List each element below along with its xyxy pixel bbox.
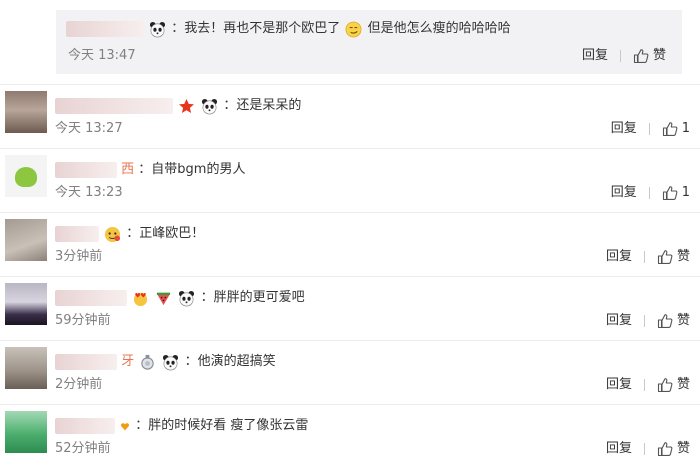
reply-button[interactable]: 回复 bbox=[611, 120, 637, 138]
divider bbox=[643, 379, 645, 391]
avatar[interactable] bbox=[5, 91, 47, 133]
comment-row: 牙 ：他演的超搞笑 2分钟前 回复 赞 bbox=[0, 340, 700, 405]
avatar[interactable] bbox=[5, 283, 47, 325]
comment-row: ：胖胖的更可爱吧 59分钟前 回复 赞 bbox=[0, 276, 700, 341]
divider bbox=[648, 123, 650, 135]
panda-emoji-icon bbox=[162, 354, 179, 371]
comment-text: ：他演的超搞笑 bbox=[184, 354, 276, 369]
face-emoji-icon bbox=[105, 226, 121, 242]
timestamp: 今天 13:23 bbox=[55, 185, 123, 200]
avatar[interactable] bbox=[5, 155, 47, 197]
reply-button[interactable]: 回复 bbox=[582, 47, 608, 65]
panda-emoji-icon bbox=[149, 21, 166, 38]
like-button[interactable]: 1 bbox=[662, 120, 690, 138]
comment-text: ：我去！再也不是那个欧巴了 bbox=[171, 21, 341, 36]
smirk-emoji-icon bbox=[346, 21, 362, 37]
comment-row: ：还是呆呆的 今天 13:27 回复 1 bbox=[0, 84, 700, 149]
avatar[interactable] bbox=[5, 347, 47, 389]
comment-row: ：胖的时候好看 瘦了像张云雷 52分钟前 回复 赞 bbox=[0, 404, 700, 469]
divider bbox=[643, 251, 645, 263]
divider bbox=[648, 187, 650, 199]
comment-text: ：自带bgm的男人 bbox=[138, 162, 246, 177]
thumbs-up-icon bbox=[657, 313, 673, 329]
user-name-tail: 西 bbox=[121, 162, 135, 177]
medal-emoji-icon bbox=[141, 354, 155, 370]
comment-text: ：还是呆呆的 bbox=[223, 98, 302, 113]
star-emoji-icon bbox=[179, 98, 195, 113]
comment-row: 西 ：自带bgm的男人 今天 13:23 回复 1 bbox=[0, 148, 700, 213]
reply-button[interactable]: 回复 bbox=[611, 184, 637, 202]
divider bbox=[643, 315, 645, 327]
avatar[interactable] bbox=[5, 411, 47, 453]
reply-button[interactable]: 回复 bbox=[606, 376, 632, 394]
like-button[interactable]: 赞 bbox=[657, 376, 690, 394]
like-button[interactable]: 赞 bbox=[633, 47, 666, 65]
timestamp: 今天 13:47 bbox=[68, 48, 136, 63]
nested-reply: ：我去！再也不是那个欧巴了 但是他怎么瘦的哈哈哈哈 今天 13:47 回复 赞 bbox=[56, 10, 682, 74]
comment-text-continued: 但是他怎么瘦的哈哈哈哈 bbox=[367, 21, 511, 36]
like-button[interactable]: 赞 bbox=[657, 440, 690, 458]
heart-emoji-icon bbox=[121, 422, 130, 430]
timestamp: 3分钟前 bbox=[55, 249, 103, 264]
like-label: 赞 bbox=[676, 441, 690, 456]
panda-emoji-icon bbox=[178, 290, 195, 307]
timestamp: 2分钟前 bbox=[55, 377, 103, 392]
reply-button[interactable]: 回复 bbox=[606, 248, 632, 266]
user-name[interactable] bbox=[55, 226, 99, 242]
panda-emoji-icon bbox=[201, 98, 218, 115]
heart-emoji-icon bbox=[134, 292, 148, 306]
like-count: 1 bbox=[681, 121, 690, 136]
thumbs-up-icon bbox=[662, 121, 678, 137]
comment-row: ：正峰欧巴！ 3分钟前 回复 赞 bbox=[0, 212, 700, 277]
timestamp: 59分钟前 bbox=[55, 313, 111, 328]
thumbs-up-icon bbox=[657, 249, 673, 265]
user-name[interactable] bbox=[55, 354, 117, 370]
thumbs-up-icon bbox=[662, 185, 678, 201]
like-label: 赞 bbox=[652, 48, 666, 63]
like-label: 赞 bbox=[676, 313, 690, 328]
comment-text: ：胖胖的更可爱吧 bbox=[200, 290, 305, 305]
user-name[interactable] bbox=[55, 98, 173, 114]
timestamp: 52分钟前 bbox=[55, 441, 111, 456]
user-name-tail: 牙 bbox=[121, 354, 135, 369]
like-button[interactable]: 赞 bbox=[657, 248, 690, 266]
reply-button[interactable]: 回复 bbox=[606, 312, 632, 330]
avatar[interactable] bbox=[5, 219, 47, 261]
thumbs-up-icon bbox=[633, 48, 649, 64]
reply-button[interactable]: 回复 bbox=[606, 440, 632, 458]
divider bbox=[643, 443, 645, 455]
like-label: 赞 bbox=[676, 249, 690, 264]
user-name[interactable] bbox=[55, 162, 117, 178]
watermelon-emoji-icon bbox=[157, 292, 171, 305]
user-name[interactable] bbox=[66, 21, 144, 37]
user-name[interactable] bbox=[55, 418, 115, 434]
comment-text: ：胖的时候好看 瘦了像张云雷 bbox=[135, 418, 309, 433]
thumbs-up-icon bbox=[657, 441, 673, 457]
like-button[interactable]: 赞 bbox=[657, 312, 690, 330]
like-button[interactable]: 1 bbox=[662, 184, 690, 202]
like-label: 赞 bbox=[676, 377, 690, 392]
thumbs-up-icon bbox=[657, 377, 673, 393]
comment-text: ：正峰欧巴！ bbox=[126, 226, 205, 241]
like-count: 1 bbox=[681, 185, 690, 200]
timestamp: 今天 13:27 bbox=[55, 121, 123, 136]
user-name[interactable] bbox=[55, 290, 127, 306]
divider bbox=[619, 50, 621, 62]
